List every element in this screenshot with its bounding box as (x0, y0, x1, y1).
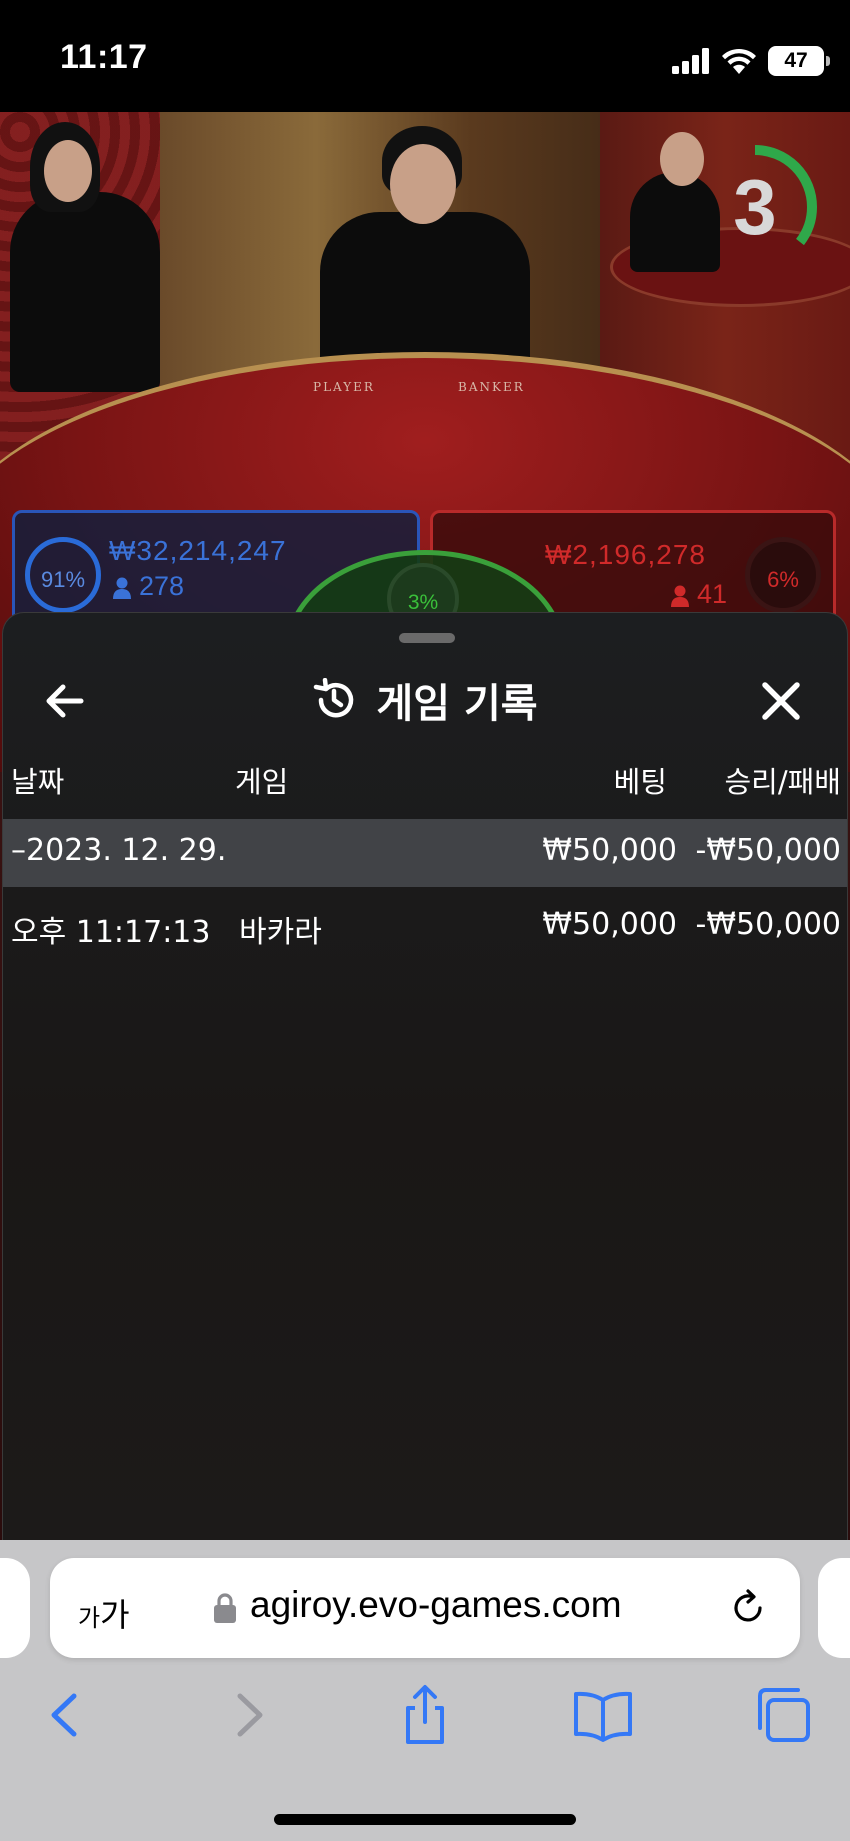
battery-indicator: 47 (768, 46, 830, 76)
sheet-header: 게임 기록 (3, 653, 847, 749)
sheet-title-group: 게임 기록 (3, 669, 847, 731)
date-group-win-loss: -₩50,000 (695, 833, 841, 868)
bookmarks-icon[interactable] (568, 1680, 638, 1750)
dealer-figure (390, 144, 456, 224)
date-group-row[interactable]: –2023. 12. 29. ₩50,000 -₩50,000 (3, 819, 847, 887)
table-player-label: PLAYER (313, 380, 375, 394)
text-size-large-label: 가 (100, 1596, 130, 1634)
row-time: 오후 11:17:13 (11, 915, 211, 950)
banker-bettor-count: 41 (697, 579, 728, 609)
sheet-title: 게임 기록 (376, 681, 538, 727)
close-icon (762, 682, 800, 720)
url-text[interactable]: agiroy.evo-games.com (250, 1584, 622, 1626)
cellular-signal-icon (672, 48, 709, 74)
text-size-button[interactable]: 가가 (78, 1590, 130, 1636)
next-tab-pill[interactable] (818, 1558, 850, 1658)
table-row[interactable]: 오후 11:17:13 바카라 ₩50,000 -₩50,000 (3, 893, 847, 961)
status-bar: 11:17 47 (0, 0, 850, 112)
player-bettor-count: 278 (139, 571, 185, 601)
home-indicator[interactable] (274, 1814, 576, 1825)
column-header-game: 게임 (235, 765, 289, 799)
game-history-sheet: 게임 기록 날짜 게임 베팅 승리/패배 –2023. 12. 29. ₩50,… (2, 612, 848, 1540)
status-time: 11:17 (60, 38, 148, 76)
lock-icon (214, 1593, 236, 1623)
banker-total-amount: ₩2,196,278 (545, 539, 706, 570)
reload-icon[interactable] (726, 1586, 770, 1630)
table-header: 날짜 게임 베팅 승리/패배 (3, 753, 847, 803)
tabs-icon[interactable] (748, 1680, 818, 1750)
banker-percent: 6% (745, 537, 821, 613)
date-group-label: –2023. 12. 29. (11, 833, 227, 868)
forward-nav-icon[interactable] (214, 1680, 284, 1750)
status-icons: 47 (672, 44, 830, 78)
text-size-small-label: 가 (78, 1604, 101, 1632)
timer-value: 3 (733, 163, 777, 251)
back-nav-icon[interactable] (30, 1680, 100, 1750)
share-icon[interactable] (390, 1680, 460, 1750)
user-icon (671, 585, 689, 607)
row-game: 바카라 (239, 915, 322, 950)
player-total-amount: ₩32,214,247 (109, 535, 287, 566)
previous-tab-pill[interactable] (0, 1558, 30, 1658)
column-header-win-loss: 승리/패배 (724, 765, 842, 799)
player-percent: 91% (25, 537, 101, 613)
dealer-figure (44, 140, 92, 202)
row-win-loss: -₩50,000 (695, 907, 841, 942)
sheet-grabber[interactable] (399, 633, 455, 643)
column-header-bet: 베팅 (613, 765, 667, 799)
close-button[interactable] (753, 673, 809, 729)
dealer-figure (10, 192, 160, 392)
wifi-icon (722, 48, 756, 74)
countdown-timer: 3 (690, 142, 820, 272)
row-bet: ₩50,000 (542, 907, 677, 942)
column-header-date: 날짜 (11, 765, 65, 799)
browser-toolbar: 가가 agiroy.evo-games.com (0, 1540, 850, 1841)
address-bar[interactable]: 가가 agiroy.evo-games.com (50, 1558, 800, 1658)
date-group-bet: ₩50,000 (542, 833, 677, 868)
user-icon (113, 577, 131, 599)
table-banker-label: BANKER (458, 380, 525, 394)
history-icon (314, 678, 354, 718)
